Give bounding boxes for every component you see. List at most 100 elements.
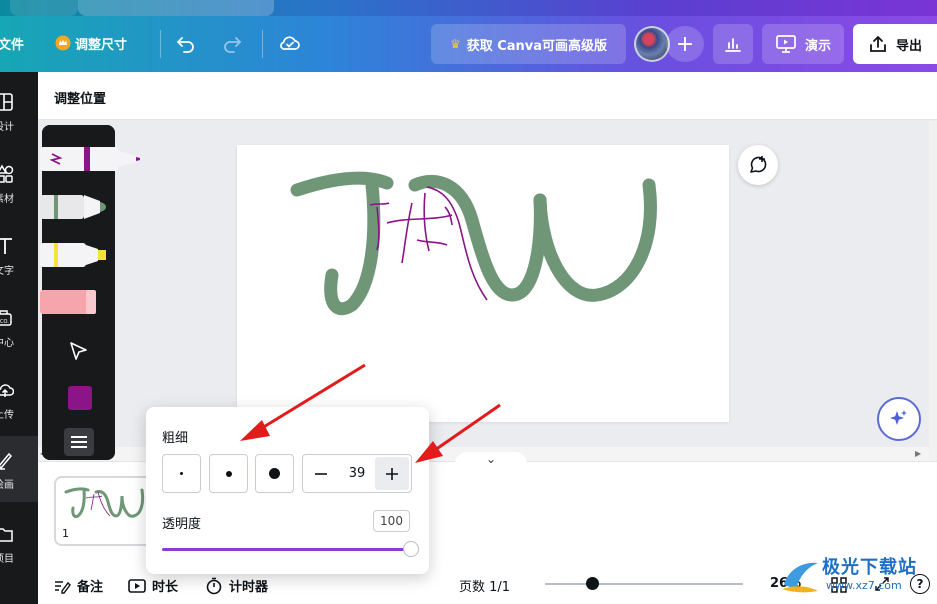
get-pro-button[interactable]: ♛ 获取 Canva可画高级版 (431, 24, 626, 64)
thumbnail-preview (64, 487, 145, 518)
layout-icon (0, 92, 14, 116)
avatar[interactable] (634, 26, 670, 62)
opacity-slider-handle[interactable] (403, 541, 419, 557)
sidebar-item-draw[interactable]: 绘画 (0, 436, 38, 502)
minus-icon (315, 472, 327, 475)
sidebar-item-label: 文字 (0, 266, 14, 277)
brand-icon: CO. (0, 308, 14, 332)
watermark-logo (782, 562, 818, 593)
zoom-slider[interactable] (545, 583, 743, 585)
thickness-stepper: 39 (302, 454, 412, 493)
thickness-small-option[interactable] (162, 454, 201, 493)
add-collaborator-button[interactable]: + (666, 26, 704, 62)
thickness-medium-option[interactable] (209, 454, 248, 493)
draw-icon (0, 450, 14, 474)
chevron-down-icon: ⌄ (485, 452, 497, 466)
get-pro-label: 获取 Canva可画高级版 (466, 38, 608, 54)
text-icon (0, 236, 14, 260)
page-count[interactable]: 页数 1/1 (459, 576, 510, 595)
select-arrow-icon[interactable] (68, 340, 90, 362)
svg-text:CO.: CO. (0, 319, 9, 325)
context-toolbar: 调整位置 (38, 72, 937, 120)
left-sidebar: 设计 素材 文字 CO. 中心 上传 绘画 项目 (0, 72, 38, 604)
bar-chart-icon (725, 38, 741, 52)
duration-button[interactable]: 时长 (128, 576, 178, 595)
sidebar-item-label: 素材 (0, 194, 14, 205)
sidebar-item-label: 中心 (0, 338, 14, 349)
folder-icon (0, 524, 14, 548)
sidebar-item-design[interactable]: 设计 (0, 84, 38, 144)
play-box-icon (128, 578, 146, 593)
sidebar-item-label: 绘画 (0, 480, 14, 491)
thickness-label: 粗细 (162, 431, 189, 446)
editor-topbar: 文件 调整尺寸 ♛ 获取 Canva可画高级版 + 演示 导出 (0, 16, 937, 72)
page-number: 1 (62, 527, 69, 540)
purple-stroke[interactable] (416, 239, 448, 246)
present-icon (776, 35, 796, 53)
sidebar-item-uploads[interactable]: 上传 (0, 372, 38, 432)
stopwatch-icon (206, 577, 222, 594)
watermark-url: www.xz7.com (826, 579, 902, 592)
scroll-right-icon[interactable]: ▶ (915, 449, 921, 458)
sidebar-item-brand[interactable]: CO. 中心 (0, 300, 38, 360)
marker-pen-tool[interactable] (40, 145, 142, 173)
green-stroke[interactable] (408, 174, 547, 302)
thickness-value[interactable]: 39 (339, 466, 375, 481)
vertical-scrollbar[interactable] (929, 121, 937, 461)
export-button[interactable]: 导出 (853, 24, 937, 64)
opacity-slider[interactable] (162, 548, 412, 551)
green-stroke[interactable] (533, 178, 657, 302)
insights-button[interactable] (713, 24, 753, 64)
pages-toggle[interactable]: ⌄ (455, 452, 527, 468)
design-page[interactable] (237, 145, 729, 422)
drawing-strokes[interactable] (237, 145, 729, 422)
resize-button[interactable]: 调整尺寸 (75, 34, 127, 53)
position-button[interactable]: 调整位置 (54, 88, 106, 107)
sidebar-item-label: 上传 (0, 410, 14, 421)
eraser-tool[interactable] (40, 288, 100, 316)
thickness-large-option[interactable] (255, 454, 294, 493)
notes-label: 备注 (77, 580, 104, 595)
color-swatch[interactable] (68, 386, 92, 410)
purple-stroke[interactable] (386, 214, 453, 224)
sidebar-item-projects[interactable]: 项目 (0, 516, 38, 576)
decrease-thickness-button[interactable] (303, 455, 339, 492)
redo-icon[interactable] (221, 32, 243, 58)
increase-thickness-button[interactable] (375, 457, 409, 490)
file-menu[interactable]: 文件 (0, 34, 24, 53)
upload-cloud-icon (0, 380, 15, 404)
add-comment-button[interactable] (738, 145, 778, 185)
present-label: 演示 (804, 38, 831, 54)
zoom-slider-handle[interactable] (586, 577, 599, 590)
crown-icon (55, 35, 71, 55)
undo-icon[interactable] (175, 32, 197, 58)
highlighter-tool[interactable] (40, 241, 110, 269)
dot-large-icon (269, 468, 280, 479)
sparkle-icon (890, 410, 907, 425)
green-stroke[interactable] (324, 178, 381, 316)
stroke-settings-popup: 粗细 39 透明度 100 (146, 407, 429, 574)
crown-icon: ♛ (449, 37, 461, 51)
cloud-saved-icon[interactable] (278, 32, 302, 58)
page-thumbnail[interactable]: 1 (54, 476, 154, 546)
opacity-value[interactable]: 100 (373, 510, 410, 532)
tab-home[interactable] (10, 0, 78, 16)
notes-icon (55, 580, 71, 594)
present-button[interactable]: 演示 (762, 24, 844, 64)
browser-tab-strip (0, 0, 937, 16)
pen-tool[interactable] (40, 193, 110, 221)
magic-assistant-button[interactable] (877, 397, 921, 441)
purple-stroke[interactable] (401, 202, 413, 264)
divider (160, 30, 161, 58)
comment-plus-icon (750, 156, 767, 173)
notes-button[interactable]: 备注 (53, 576, 103, 595)
tab-design[interactable] (78, 0, 274, 16)
timer-label: 计时器 (229, 580, 269, 595)
plus-icon (386, 467, 398, 480)
watermark: 极光下载站 www.xz7.com (778, 553, 937, 601)
upload-icon (870, 36, 886, 52)
stroke-settings-button[interactable] (64, 428, 94, 456)
timer-button[interactable]: 计时器 (205, 576, 268, 595)
sidebar-item-elements[interactable]: 素材 (0, 156, 38, 216)
sidebar-item-text[interactable]: 文字 (0, 228, 38, 288)
